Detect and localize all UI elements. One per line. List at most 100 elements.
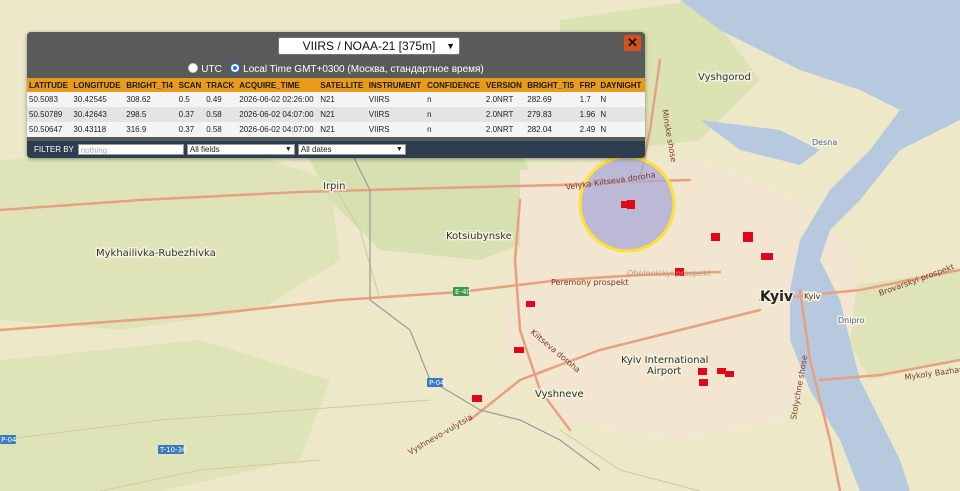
table-cell: 30.43118	[71, 122, 125, 137]
table-cell: 2026-06-02 04:07:00	[237, 107, 319, 122]
road-shield-p04-west: P-04	[0, 435, 17, 444]
filter-date-select-value: All dates	[300, 145, 332, 154]
place-label-kyiv: Kyiv	[760, 289, 793, 305]
place-label-mykhailivka: Mykhailivka-Rubezhivka	[96, 248, 216, 259]
table-cell: N21	[318, 92, 367, 107]
chevron-down-icon: ▼	[395, 146, 403, 153]
table-cell: 282.04	[525, 122, 578, 137]
table-cell: 279.83	[525, 107, 578, 122]
table-row[interactable]: 50.5083 30.42545 308.62 0.5 0.49 2026-06-02 0…	[27, 92, 645, 107]
place-label-irpin: Irpin	[323, 181, 346, 192]
road-shield-e40: E-40	[453, 287, 471, 296]
column-header[interactable]: INSTRUMENT	[366, 78, 426, 92]
table-row[interactable]: 50.50647 30.43118 316.9 0.37 0.58 2026-06-02 …	[27, 122, 645, 137]
road-label-peremohy: Peremohy prospekt	[551, 278, 629, 287]
table-cell: VIIRS	[366, 122, 426, 137]
column-header[interactable]: SCAN	[176, 78, 205, 92]
table-cell: N	[598, 107, 645, 122]
column-header[interactable]: LONGITUDE	[71, 78, 125, 92]
table-cell: 308.62	[124, 92, 177, 107]
table-cell: N	[598, 92, 645, 107]
chevron-down-icon: ▼	[446, 41, 455, 51]
table-header-row: LATITUDE LONGITUDE BRIGHT_TI4 SCAN TRACK ACQU…	[27, 78, 645, 92]
timezone-toggle: UTC Local Time GMT+0300 (Москва, стандар…	[27, 62, 645, 78]
table-cell: N21	[318, 107, 367, 122]
river-label-dnipro: Dnipro	[838, 316, 865, 325]
table-cell: N21	[318, 122, 367, 137]
table-cell: VIIRS	[366, 107, 426, 122]
filter-field-select-value: All fields	[189, 145, 220, 154]
fire-pixel[interactable]	[725, 371, 734, 377]
fire-pixel[interactable]	[699, 379, 708, 386]
fire-pixel[interactable]	[717, 368, 726, 374]
fire-pixel[interactable]	[743, 232, 753, 242]
place-label-kyiv-small: Kyiv	[804, 292, 821, 301]
column-header[interactable]: TRACK	[204, 78, 238, 92]
fire-table: LATITUDE LONGITUDE BRIGHT_TI4 SCAN TRACK ACQU…	[27, 78, 645, 137]
road-shield-t1036: T-10-36	[158, 445, 187, 454]
table-cell: 2.49	[577, 122, 599, 137]
place-label-airport-2: Airport	[647, 366, 681, 377]
place-label-vyshneve: Vyshneve	[535, 389, 584, 400]
radio-utc[interactable]	[188, 63, 199, 73]
table-cell: 1.7	[577, 92, 599, 107]
fire-pixel[interactable]	[514, 347, 524, 353]
fire-pixel[interactable]	[472, 395, 482, 402]
river-label-desna: Desna	[812, 138, 837, 147]
place-label-vyshgorod: Vyshgorod	[698, 72, 751, 83]
svg-text:P-04: P-04	[1, 436, 17, 444]
table-cell: 316.9	[124, 122, 177, 137]
table-cell: 2026-06-02 04:07:00	[237, 122, 319, 137]
svg-text:P-04: P-04	[429, 379, 445, 387]
fire-pixel[interactable]	[761, 253, 773, 260]
column-header[interactable]: BRIGHT_TI5	[525, 78, 578, 92]
fire-pixel[interactable]	[698, 368, 707, 375]
svg-text:T-10-36: T-10-36	[159, 446, 187, 454]
column-header[interactable]: SATELLITE	[318, 78, 367, 92]
table-row[interactable]: 50.50789 30.42643 298.5 0.37 0.58 2026-06-02 …	[27, 107, 645, 122]
radio-local-time[interactable]	[230, 63, 241, 73]
filter-input[interactable]: nothing	[77, 144, 184, 155]
column-header[interactable]: BRIGHT_TI4	[124, 78, 177, 92]
table-cell: 50.5083	[27, 92, 72, 107]
table-cell: N	[598, 122, 645, 137]
radio-local-time-label: Local Time GMT+0300 (Москва, стандартное…	[243, 64, 484, 75]
column-header[interactable]: CONFIDENCE	[425, 78, 484, 92]
table-cell: 50.50647	[27, 122, 72, 137]
filter-bar: FILTER BY nothing All fields ▼ All dates…	[27, 141, 645, 158]
table-cell: 298.5	[124, 107, 177, 122]
table-cell: 1.96	[577, 107, 599, 122]
road-shield-p04: P-04	[427, 378, 445, 387]
fire-pixel[interactable]	[526, 301, 535, 307]
filter-date-select[interactable]: All dates ▼	[297, 144, 406, 155]
sensor-select-value: VIIRS / NOAA-21 [375m]	[302, 39, 436, 53]
table-cell: 0.49	[204, 92, 238, 107]
table-cell: n	[425, 122, 484, 137]
sensor-select[interactable]: VIIRS / NOAA-21 [375m] ▼	[278, 37, 460, 55]
filter-field-select[interactable]: All fields ▼	[186, 144, 295, 155]
table-cell: 0.58	[204, 107, 238, 122]
table-cell: 2.0NRT	[483, 107, 526, 122]
column-header[interactable]: FRP	[577, 78, 599, 92]
table-cell: 0.5	[176, 92, 205, 107]
place-label-airport-1: Kyiv International	[621, 355, 708, 366]
column-header[interactable]: ACQUIRE_TIME	[237, 78, 319, 92]
table-cell: VIIRS	[366, 92, 426, 107]
radio-utc-label: UTC	[201, 64, 222, 75]
place-label-kotsiubynske: Kotsiubynske	[446, 231, 512, 242]
table-cell: 30.42545	[71, 92, 125, 107]
fire-pixel[interactable]	[627, 200, 635, 209]
column-header[interactable]: LATITUDE	[27, 78, 72, 92]
column-header[interactable]: DAYNIGHT	[598, 78, 645, 92]
table-cell: 2.0NRT	[483, 92, 526, 107]
filter-label: FILTER BY	[34, 145, 74, 154]
table-cell: 0.58	[204, 122, 238, 137]
column-header[interactable]: VERSION	[483, 78, 526, 92]
chevron-down-icon: ▼	[284, 146, 292, 153]
close-button[interactable]: ✕	[624, 35, 641, 51]
svg-text:E-40: E-40	[455, 288, 471, 296]
table-cell: 30.42643	[71, 107, 125, 122]
fire-info-popup: VIIRS / NOAA-21 [375m] ▼ ✕ UTC Local Tim…	[27, 32, 645, 158]
fire-pixel[interactable]	[711, 233, 720, 241]
close-icon: ✕	[627, 35, 638, 50]
